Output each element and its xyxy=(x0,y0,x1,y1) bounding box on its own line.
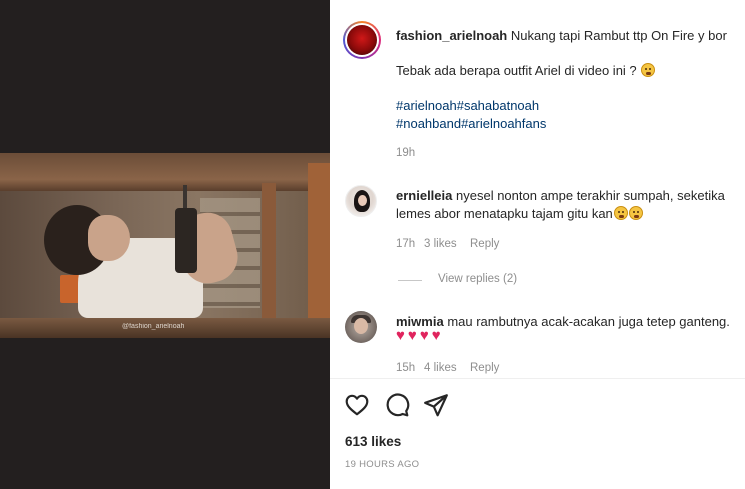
comment-time[interactable]: 15h xyxy=(396,362,415,374)
commenter-avatar[interactable] xyxy=(345,311,377,343)
post-media[interactable]: @fashion_arielnoah xyxy=(0,0,330,489)
comment-time[interactable]: 17h xyxy=(396,238,415,250)
view-replies-button[interactable]: View replies (2) xyxy=(438,273,517,285)
section-divider xyxy=(330,378,745,379)
caption-line-2: Tebak ada berapa outfit Ariel di video i… xyxy=(396,62,656,79)
caption-text: Nukang tapi Rambut ttp On Fire y bor xyxy=(510,28,727,43)
comment-text: miwmia mau rambutnya acak-acakan juga te… xyxy=(396,314,730,329)
comment-likes[interactable]: 4 likes xyxy=(424,362,457,374)
author-avatar[interactable] xyxy=(343,21,381,59)
caption-hashtags[interactable]: #noahband#arielnoahfans xyxy=(396,115,546,132)
heart-icon[interactable] xyxy=(344,392,370,418)
caption-hashtags[interactable]: #arielnoah#sahabatnoah xyxy=(396,97,539,114)
emoji-icon xyxy=(613,206,628,220)
comment-username[interactable]: ernielleia xyxy=(396,188,452,203)
reply-button[interactable]: Reply xyxy=(470,238,499,250)
comment-text-cont: lemes abor menatapku tajam gitu kan xyxy=(396,205,643,222)
comment-likes[interactable]: 3 likes xyxy=(424,238,457,250)
share-icon[interactable] xyxy=(423,392,449,418)
post-timestamp[interactable]: 19 HOURS AGO xyxy=(345,459,419,470)
reply-button[interactable]: Reply xyxy=(470,362,499,374)
caption-username[interactable]: fashion_arielnoah xyxy=(396,28,507,43)
comment-text: ernielleia nyesel nonton ampe terakhir s… xyxy=(396,188,725,203)
caption-question: Tebak ada berapa outfit Ariel di video i… xyxy=(396,63,637,78)
person-face xyxy=(88,215,130,261)
likes-count[interactable]: 613 likes xyxy=(345,434,401,449)
wooden-post xyxy=(308,163,330,328)
comment-icon[interactable] xyxy=(384,392,410,418)
video-watermark: @fashion_arielnoah xyxy=(122,323,185,330)
heart-emojis: ♥♥♥♥ xyxy=(396,327,444,344)
caption-time[interactable]: 19h xyxy=(396,147,415,159)
drill xyxy=(175,208,197,273)
emoji-icon xyxy=(641,63,656,77)
video-frame[interactable]: @fashion_arielnoah xyxy=(0,153,330,338)
wooden-shelf xyxy=(0,153,330,191)
commenter-avatar[interactable] xyxy=(345,185,377,217)
view-replies-divider xyxy=(398,280,422,281)
caption-line: fashion_arielnoah Nukang tapi Rambut ttp… xyxy=(396,27,727,44)
wooden-post xyxy=(262,183,276,323)
post-details-panel: fashion_arielnoah Nukang tapi Rambut ttp… xyxy=(330,0,745,489)
emoji-icon xyxy=(628,206,643,220)
